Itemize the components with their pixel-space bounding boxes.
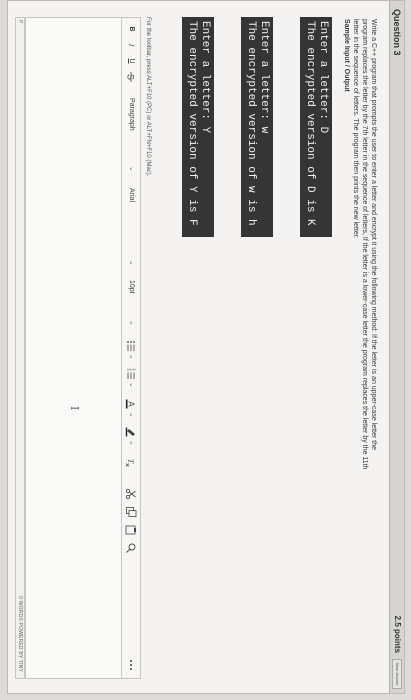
svg-text:3: 3 (126, 369, 130, 371)
copy-button[interactable] (125, 506, 137, 518)
chevron-down-icon: ⌄ (128, 440, 135, 446)
question-header: Question 3 2.5 points Save Answer (389, 1, 404, 693)
sample-output-box: Enter a letter: Y The encrypted version … (182, 17, 214, 237)
question-card: Question 3 2.5 points Save Answer Write … (7, 0, 405, 694)
paste-button[interactable] (125, 524, 137, 536)
clear-formatting-icon: T (125, 459, 135, 467)
editor-toolbar: B I U S Paragraph ⌄ Arial ⌄ 10pt ⌄ ⌄ 1 2… (121, 17, 141, 679)
text-cursor-icon: I (68, 406, 81, 411)
prompt-line: letter in the sequence of letters. The p… (352, 19, 359, 239)
sample-output-box: Enter a letter: D The encrypted version … (300, 17, 332, 237)
answer-editor[interactable]: I (25, 17, 121, 679)
save-answer-button[interactable]: Save Answer (392, 659, 402, 689)
font-select[interactable]: Arial (125, 188, 137, 202)
svg-text:S: S (126, 74, 136, 80)
chevron-down-icon: ⌄ (128, 382, 135, 388)
question-points: 2.5 points (393, 615, 402, 653)
underline-button[interactable]: U (125, 56, 137, 66)
sample-heading: Sample Input / Output (343, 19, 350, 92)
chevron-down-icon: ⌄ (128, 354, 135, 360)
strikethrough-icon: S (126, 72, 136, 82)
sample-output-box: Enter a letter: w The encrypted version … (241, 17, 273, 237)
more-options-button[interactable] (125, 658, 137, 672)
bullet-list-icon (127, 341, 135, 351)
question-prompt: Write a C++ program that prompts the use… (342, 19, 378, 679)
search-icon (126, 543, 136, 553)
svg-text:A: A (127, 401, 136, 407)
font-size-select[interactable]: 10pt (125, 280, 137, 294)
cut-button[interactable] (125, 488, 137, 500)
copy-icon (126, 507, 137, 517)
svg-text:T: T (126, 459, 135, 464)
question-title: Question 3 (392, 9, 402, 56)
numbered-list-icon: 1 2 3 (126, 369, 136, 379)
chevron-down-icon: ⌄ (128, 320, 135, 326)
chevron-down-icon: ⌄ (128, 166, 135, 172)
scissors-icon (125, 488, 136, 500)
text-color-icon: A (125, 399, 136, 409)
prompt-line: Write a C++ program that prompts the use… (370, 19, 377, 450)
sample-prompt-line: Enter a letter: D (317, 21, 329, 134)
more-dots-icon (130, 660, 132, 670)
toolbar-hint: For the toolbar, press ALT+F10 (PC) or A… (145, 17, 151, 177)
sample-prompt-line: Enter a letter: Y (199, 21, 211, 134)
bullet-list-button[interactable] (125, 340, 137, 352)
sample-result-line: The encrypted version of Y is F (186, 21, 198, 226)
prompt-line: program replaces the letter by the 7th l… (361, 19, 368, 470)
paragraph-select[interactable]: Paragraph (125, 98, 137, 131)
sample-result-line: The encrypted version of D is K (304, 21, 316, 226)
search-button[interactable] (125, 542, 137, 554)
chevron-down-icon: ⌄ (128, 260, 135, 266)
chevron-down-icon: ⌄ (128, 412, 135, 418)
clear-formatting-button[interactable]: T (125, 456, 137, 468)
strikethrough-button[interactable]: S (125, 71, 137, 83)
highlighter-icon (125, 427, 135, 437)
italic-button[interactable]: I (125, 40, 137, 50)
paste-icon (125, 525, 136, 535)
highlight-button[interactable] (125, 426, 137, 438)
numbered-list-button[interactable]: 1 2 3 (125, 368, 137, 380)
element-path[interactable]: P (17, 20, 23, 23)
text-color-button[interactable]: A (125, 398, 137, 410)
sample-result-line: The encrypted version of w is h (245, 21, 257, 226)
word-count: 0 WORDS POWERED BY TINY (17, 596, 23, 672)
sample-prompt-line: Enter a letter: w (258, 21, 270, 134)
editor-statusbar: P 0 WORDS POWERED BY TINY (15, 17, 25, 679)
photo-stage: Question 3 2.5 points Save Answer Write … (0, 0, 411, 700)
bold-button[interactable]: B (125, 24, 137, 34)
